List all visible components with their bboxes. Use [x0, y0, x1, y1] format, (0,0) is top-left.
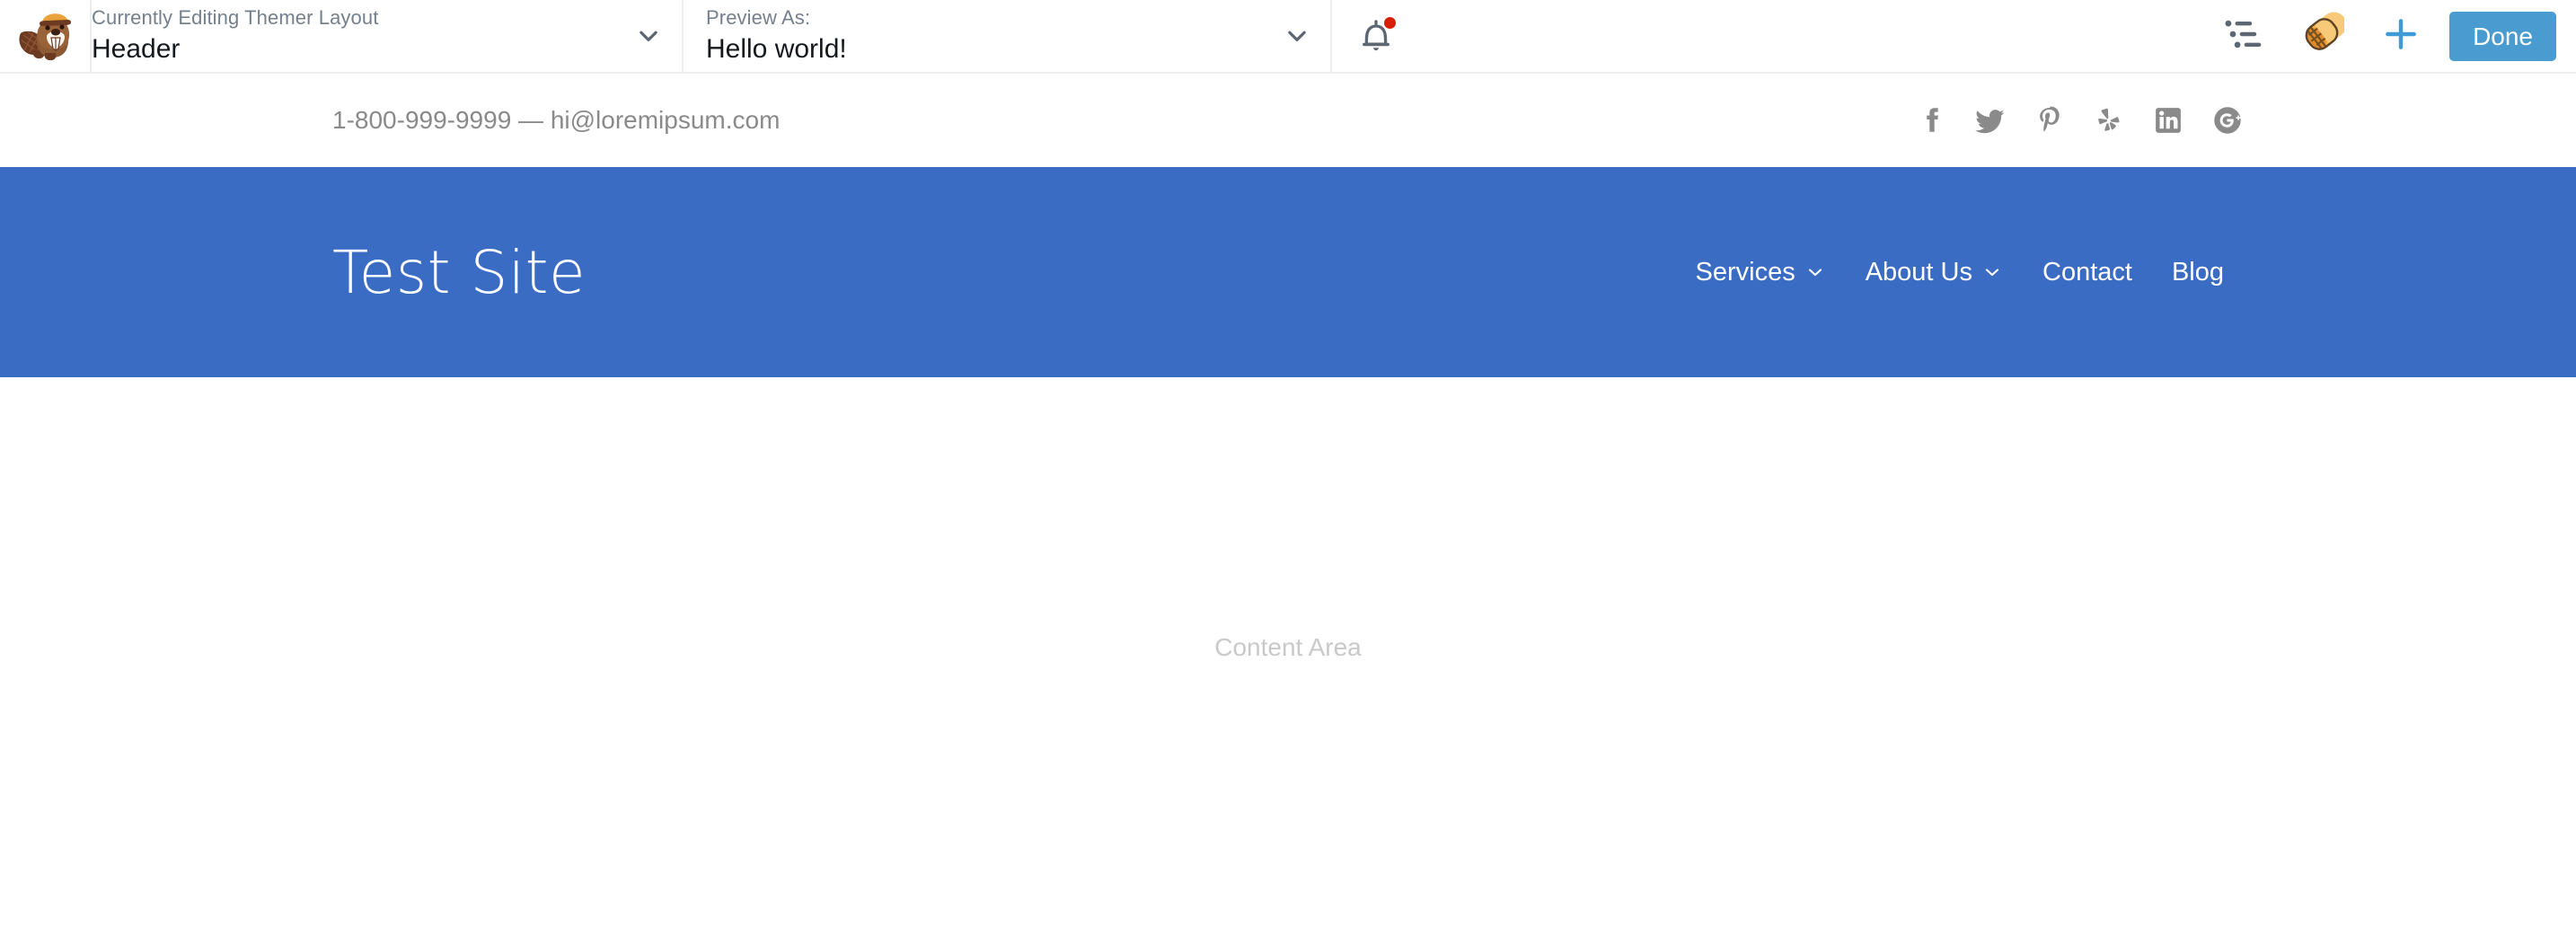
- social-icon-list: [1915, 104, 2244, 137]
- beaver-builder-admin-bar: Currently Editing Themer Layout Header P…: [0, 0, 2576, 74]
- admin-bar-tools: Done: [2203, 0, 2576, 72]
- nav-item-contact[interactable]: Contact: [2023, 258, 2152, 287]
- preview-as-label: Preview As:: [706, 5, 811, 29]
- beaver-builder-logo-button[interactable]: [0, 0, 90, 72]
- nav-item-services[interactable]: Services: [1676, 258, 1846, 287]
- site-header: Test Site Services About Us Contact Blog: [0, 167, 2576, 377]
- nav-item-blog[interactable]: Blog: [2152, 258, 2244, 287]
- googleplus-icon[interactable]: [2211, 104, 2244, 137]
- pinterest-icon[interactable]: [2033, 104, 2066, 137]
- main-navigation: Services About Us Contact Blog: [1676, 258, 2245, 287]
- preview-as-dropdown[interactable]: Preview As: Hello world!: [684, 0, 1330, 72]
- chevron-down-icon: [635, 22, 662, 49]
- content-area-placeholder: Content Area: [1214, 632, 1362, 661]
- yelp-icon[interactable]: [2093, 104, 2125, 137]
- nav-item-label: Blog: [2171, 257, 2224, 287]
- bell-icon: [1356, 16, 1396, 56]
- currently-editing-dropdown[interactable]: Currently Editing Themer Layout Header: [92, 0, 682, 72]
- chevron-down-icon: [1804, 261, 1826, 283]
- chevron-down-icon: [1284, 22, 1310, 49]
- done-button[interactable]: Done: [2449, 11, 2556, 61]
- twitter-icon[interactable]: [1974, 104, 2007, 137]
- facebook-icon[interactable]: [1915, 104, 1947, 137]
- nav-item-about-us[interactable]: About Us: [1846, 258, 2023, 287]
- contact-info-text: 1-800-999-9999 — hi@loremipsum.com: [332, 106, 781, 134]
- content-area[interactable]: Content Area: [0, 377, 2576, 935]
- add-content-button[interactable]: [2361, 0, 2440, 73]
- chevron-down-icon: [1981, 261, 2003, 283]
- linkedin-icon[interactable]: [2152, 104, 2184, 137]
- preview-section: Preview As: Hello world!: [684, 0, 1330, 72]
- outline-panel-button[interactable]: [2203, 0, 2282, 73]
- beaver-logo-icon: [17, 10, 73, 62]
- site-top-bar: 1-800-999-9999 — hi@loremipsum.com: [0, 74, 2576, 167]
- beaver-tail-waffle-icon: [2299, 12, 2347, 61]
- preview-as-value: Hello world!: [706, 33, 847, 64]
- currently-editing-value: Header: [92, 33, 181, 64]
- site-title[interactable]: Test Site: [332, 238, 586, 307]
- notifications-button[interactable]: [1332, 0, 1420, 72]
- plus-icon: [2381, 14, 2421, 58]
- nav-item-label: Services: [1695, 257, 1795, 287]
- nav-item-label: About Us: [1865, 257, 1972, 287]
- tools-menu-button[interactable]: [2282, 0, 2361, 73]
- nav-item-label: Contact: [2042, 257, 2132, 287]
- currently-editing-label: Currently Editing Themer Layout: [92, 5, 379, 29]
- outline-list-icon: [2223, 15, 2263, 57]
- editing-section: Currently Editing Themer Layout Header: [92, 0, 682, 72]
- notification-unread-dot: [1384, 17, 1396, 29]
